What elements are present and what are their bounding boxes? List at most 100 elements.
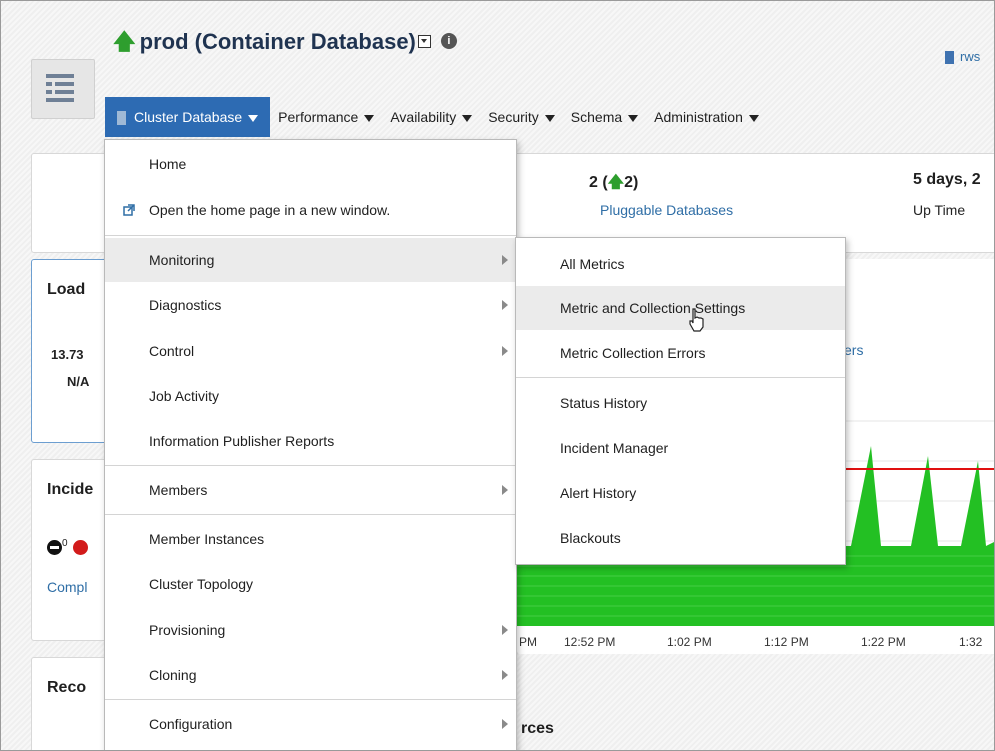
target-menubar: Cluster Database Performance Availabilit…	[105, 97, 767, 137]
menu-divider	[105, 235, 516, 236]
menubar-label: Administration	[654, 109, 743, 125]
menu-item-metric-collection-settings[interactable]: Metric and Collection Settings	[516, 286, 845, 330]
menubar-schema[interactable]: Schema	[563, 97, 646, 137]
menu-item-member-instances[interactable]: Member Instances	[105, 517, 516, 561]
x-tick: PM	[519, 635, 537, 649]
pluggable-databases-link[interactable]: Pluggable Databases	[600, 202, 733, 218]
menubar-performance[interactable]: Performance	[270, 97, 382, 137]
menu-divider	[105, 465, 516, 466]
submenu-arrow-icon	[502, 255, 508, 265]
menu-item-metric-collection-errors[interactable]: Metric Collection Errors	[516, 331, 845, 375]
host-label: rws	[960, 49, 981, 64]
page-title: 🡅 prod (Container Database) i	[113, 25, 457, 63]
menu-item-label: Configuration	[149, 716, 233, 732]
menu-item-cluster-topology[interactable]: Cluster Topology	[105, 562, 516, 606]
menu-item-label: Cluster Topology	[149, 576, 254, 592]
chevron-down-icon	[364, 114, 375, 122]
menu-item-alert-history[interactable]: Alert History	[516, 471, 845, 515]
host-link[interactable]: rws	[945, 49, 981, 65]
x-tick: 1:02 PM	[667, 635, 712, 649]
hand-cursor-icon	[689, 308, 704, 332]
navigator-icon	[46, 74, 74, 102]
minus-circle-icon	[47, 540, 62, 556]
menu-item-label: Cloning	[149, 667, 197, 683]
menu-item-label: Diagnostics	[149, 297, 222, 313]
menubar-administration[interactable]: Administration	[646, 97, 767, 137]
menu-item-label: Open the home page in a new window.	[149, 202, 391, 218]
menu-item-label: Status History	[560, 395, 648, 411]
chevron-down-icon	[628, 114, 639, 122]
menu-item-label: Information Publisher Reports	[149, 433, 335, 449]
page-title-text: prod (Container Database)	[139, 29, 416, 54]
menu-item-label: Member Instances	[149, 531, 265, 547]
menu-item-home[interactable]: Home	[105, 142, 516, 186]
menu-item-status-history[interactable]: Status History	[516, 381, 845, 425]
menu-item-label: Blackouts	[560, 530, 621, 546]
incident-counts: 0	[47, 538, 89, 556]
menu-item-open-new-window[interactable]: Open the home page in a new window.	[105, 188, 516, 232]
status-up-icon: 🡅	[113, 29, 136, 54]
menu-item-monitoring[interactable]: Monitoring	[105, 238, 516, 282]
menu-item-label: Job Activity	[149, 388, 220, 404]
menu-item-provisioning[interactable]: Provisioning	[105, 608, 516, 652]
load-title: Load	[47, 281, 86, 298]
incidents-title: Incide	[47, 481, 94, 498]
app-frame: 🡅 prod (Container Database) i rws Cluster …	[0, 0, 995, 751]
menu-item-incident-manager[interactable]: Incident Manager	[516, 426, 845, 470]
menu-item-all-metrics[interactable]: All Metrics	[516, 242, 845, 286]
submenu-arrow-icon	[502, 625, 508, 635]
resources-heading: rces	[521, 720, 554, 737]
menubar-security[interactable]: Security	[480, 97, 563, 137]
target-menu-dropdown-icon[interactable]	[417, 34, 431, 48]
menu-item-members[interactable]: Members	[105, 468, 516, 512]
pluggable-up-count: 2)	[624, 174, 639, 191]
submenu-arrow-icon	[502, 346, 508, 356]
recommendations-title: Reco	[47, 679, 87, 696]
menubar-label: Schema	[570, 109, 623, 125]
menubar-availability[interactable]: Availability	[382, 97, 480, 137]
chevron-down-icon	[248, 114, 259, 122]
menu-item-label: Members	[149, 482, 208, 498]
submenu-arrow-icon	[502, 485, 508, 495]
menu-item-information-publisher-reports[interactable]: Information Publisher Reports	[105, 419, 516, 463]
menu-item-label: Metric and Collection Settings	[560, 300, 746, 316]
host-icon	[945, 51, 954, 65]
menu-item-cloning[interactable]: Cloning	[105, 653, 516, 697]
up-arrow-icon: 🡅	[607, 174, 625, 191]
menu-toggle-button[interactable]	[31, 59, 95, 119]
chevron-down-icon	[748, 114, 759, 122]
menu-item-job-activity[interactable]: Job Activity	[105, 374, 516, 418]
menu-item-label: All Metrics	[560, 256, 625, 272]
chart-link[interactable]: ers	[844, 342, 863, 358]
menu-item-configuration[interactable]: Configuration	[105, 702, 516, 746]
load-value: 13.73	[51, 347, 84, 362]
menubar-label: Cluster Database	[134, 109, 243, 125]
menu-item-blackouts[interactable]: Blackouts	[516, 516, 845, 560]
menu-item-label: Control	[149, 343, 195, 359]
menubar-label: Availability	[390, 109, 457, 125]
submenu-arrow-icon	[502, 670, 508, 680]
new-window-icon	[123, 204, 135, 216]
monitoring-submenu: All Metrics Metric and Collection Settin…	[515, 237, 846, 565]
info-icon[interactable]: i	[440, 33, 457, 50]
uptime-label: Up Time	[913, 202, 966, 218]
menubar-cluster-database[interactable]: Cluster Database	[105, 97, 271, 137]
compliance-link[interactable]: Compl	[47, 579, 87, 595]
menu-item-label: Monitoring	[149, 252, 215, 268]
submenu-arrow-icon	[502, 300, 508, 310]
recommendations-panel	[31, 657, 113, 750]
database-icon	[117, 111, 126, 126]
menu-item-control[interactable]: Control	[105, 329, 516, 373]
chevron-down-icon	[462, 114, 473, 122]
x-tick: 1:32	[959, 635, 983, 649]
menu-divider	[516, 377, 845, 378]
pluggable-count-text: 2 (	[589, 174, 608, 191]
menu-item-label: Incident Manager	[560, 440, 669, 456]
pluggable-count: 2 (🡅2)	[589, 171, 638, 198]
menu-item-label: Metric Collection Errors	[560, 345, 706, 361]
critical-icon	[73, 540, 89, 556]
x-tick: 1:22 PM	[861, 635, 906, 649]
menu-item-diagnostics[interactable]: Diagnostics	[105, 283, 516, 327]
uptime-value: 5 days, 2	[913, 171, 981, 188]
menu-item-label: Home	[149, 156, 187, 172]
